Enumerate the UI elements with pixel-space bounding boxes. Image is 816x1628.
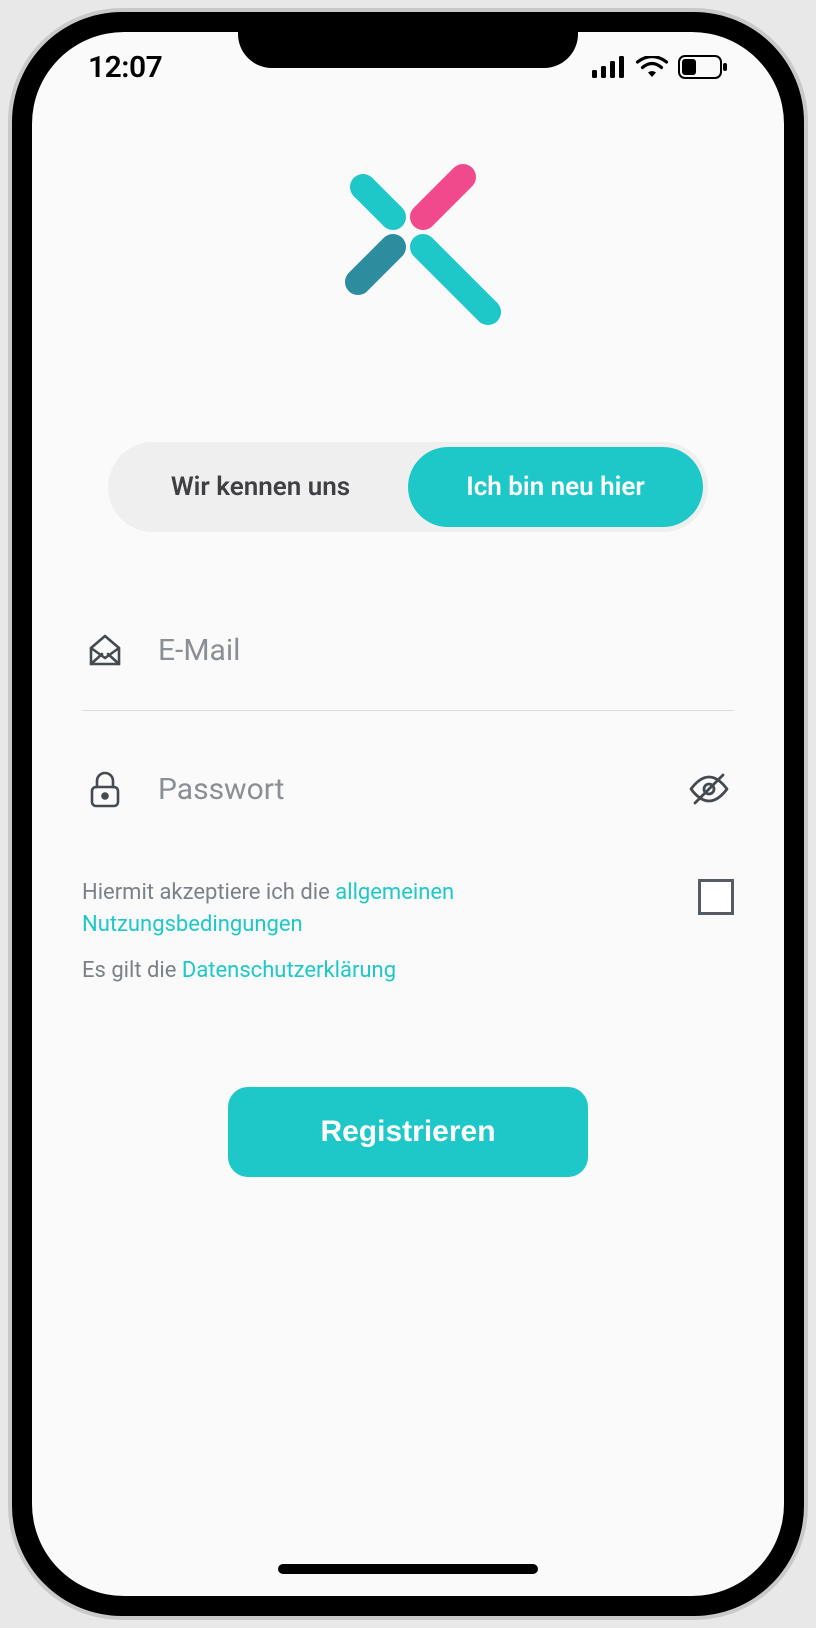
home-indicator[interactable] (278, 1564, 538, 1574)
terms-block: Hiermit akzeptiere ich die allgemeinen N… (82, 877, 734, 987)
toggle-password-visibility[interactable] (684, 767, 734, 811)
content: Wir kennen uns Ich bin neu hier (32, 102, 784, 1596)
password-row (82, 741, 734, 837)
email-row (82, 602, 734, 698)
auth-tabs: Wir kennen uns Ich bin neu hier (108, 442, 708, 532)
privacy-link[interactable]: Datenschutzerklärung (182, 958, 396, 983)
device-frame: 12:07 (12, 12, 804, 1616)
tab-login[interactable]: Wir kennen uns (113, 447, 408, 527)
password-field[interactable] (158, 772, 654, 807)
signup-form: Hiermit akzeptiere ich die allgemeinen N… (72, 602, 744, 1177)
terms-prefix: Hiermit akzeptiere ich die (82, 880, 335, 905)
privacy-prefix: Es gilt die (82, 958, 182, 983)
battery-icon (678, 55, 728, 79)
device-notch (238, 12, 578, 68)
app-logo (298, 132, 518, 352)
status-time: 12:07 (88, 50, 162, 85)
register-button[interactable]: Registrieren (228, 1087, 588, 1177)
signal-icon (592, 56, 626, 78)
tab-signup[interactable]: Ich bin neu hier (408, 447, 703, 527)
status-icons (592, 55, 728, 79)
email-field[interactable] (158, 633, 734, 668)
screen: 12:07 (32, 32, 784, 1596)
terms-checkbox[interactable] (698, 879, 734, 915)
divider (82, 710, 734, 711)
tab-signup-label: Ich bin neu hier (466, 472, 644, 502)
terms-text: Hiermit akzeptiere ich die allgemeinen N… (82, 877, 674, 987)
tab-login-label: Wir kennen uns (171, 472, 350, 502)
register-button-label: Registrieren (320, 1115, 495, 1149)
eye-off-icon (687, 767, 731, 811)
email-icon (82, 630, 128, 670)
wifi-icon (636, 56, 668, 78)
lock-icon (82, 769, 128, 809)
